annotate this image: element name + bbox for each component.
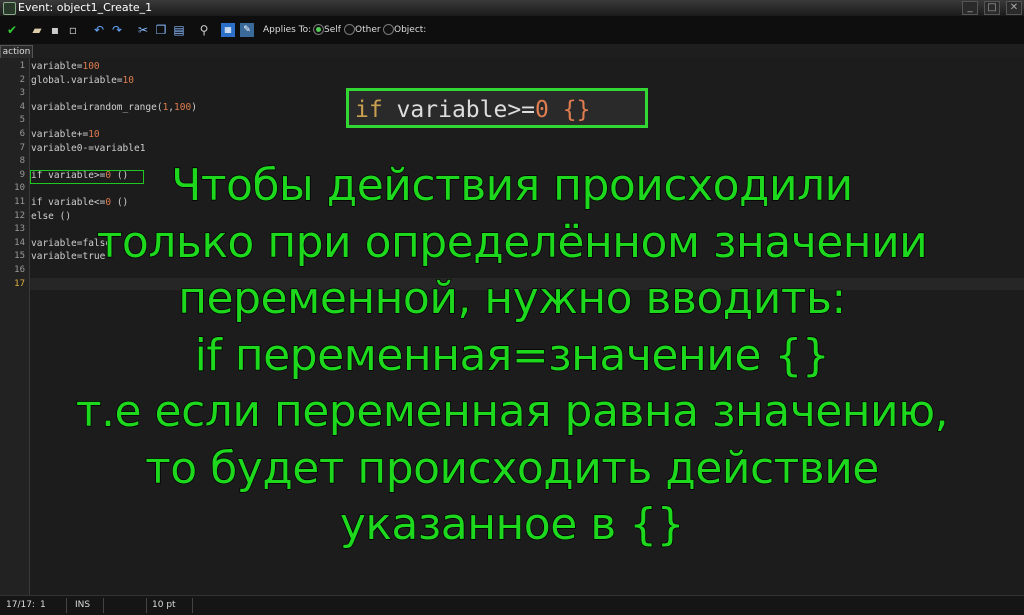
caption-line: указанное в {} — [339, 498, 685, 550]
line-number: 6 — [19, 129, 25, 139]
other-label: Other — [355, 25, 381, 35]
open-folder-icon[interactable]: ▰ — [30, 23, 44, 37]
undo-icon[interactable]: ↶ — [92, 23, 106, 37]
code-callout: if variable>=0 {} — [346, 88, 648, 128]
applies-to-label: Applies To: — [263, 25, 312, 35]
line-number: 5 — [19, 115, 25, 126]
redo-icon[interactable]: ↷ — [110, 23, 124, 37]
caption-line: только при определённом значении — [96, 216, 929, 268]
code-icon[interactable]: ▦ — [221, 23, 235, 37]
line-number: 2 — [19, 74, 25, 85]
caption-overlay: Чтобы действия происходили только при оп… — [0, 158, 1024, 554]
caption-line: т.е если переменная равна значению, — [75, 385, 949, 437]
title-bar: Event: object1_Create_1 _ □ ✕ — [0, 0, 1024, 16]
code-line: variable=irandom_range(1,100) — [31, 101, 197, 113]
code-line: global.variable=10 — [31, 74, 134, 86]
window-title: Event: object1_Create_1 — [18, 1, 153, 14]
line-number: 3 — [19, 88, 25, 99]
object-label: Object: — [394, 25, 427, 35]
copy-icon[interactable]: ❐ — [154, 23, 168, 37]
cut-icon[interactable]: ✂ — [136, 23, 150, 37]
self-radio[interactable] — [313, 24, 324, 35]
line-number: 4 — [19, 101, 25, 112]
column-value: 1 — [40, 600, 46, 610]
check-syntax-icon[interactable]: ✎ — [240, 23, 254, 37]
insert-mode: INS — [75, 600, 91, 610]
checkmark-icon[interactable]: ✔ — [5, 23, 19, 37]
caption-line: if переменная=значение {} — [194, 329, 831, 381]
minimize-button[interactable]: _ — [962, 1, 978, 15]
self-label: Self — [324, 25, 341, 35]
close-button[interactable]: ✕ — [1006, 1, 1022, 15]
caption-line: Чтобы действия происходили — [170, 159, 854, 211]
code-line: variable0-=variable1 — [31, 142, 146, 154]
print-icon[interactable]: ▫ — [66, 23, 80, 37]
paste-icon[interactable]: ▤ — [172, 23, 186, 37]
object-radio[interactable] — [383, 24, 394, 35]
save-icon[interactable]: ▪ — [48, 23, 62, 37]
code-line: variable+=10 — [31, 129, 100, 140]
search-icon[interactable]: ⚲ — [197, 23, 211, 37]
other-radio[interactable] — [344, 24, 355, 35]
tab-action[interactable]: action — [0, 45, 33, 59]
caption-line: переменной, нужно вводить: — [178, 272, 847, 324]
cursor-position: 17/17: — [6, 600, 35, 610]
toolbar: ✔ ▰ ▪ ▫ ↶ ↷ ✂ ❐ ▤ ⚲ ▦ ✎ Applies To: Self… — [0, 16, 1024, 44]
app-icon — [3, 2, 16, 15]
caption-line: то будет происходить действие — [144, 442, 880, 494]
maximize-button[interactable]: □ — [984, 1, 1000, 15]
code-line: variable=100 — [31, 61, 100, 72]
font-size: 10 pt — [152, 600, 176, 610]
tab-bar: action — [0, 44, 1024, 59]
status-bar: 17/17: 1 INS 10 pt — [0, 595, 1024, 615]
line-number: 7 — [19, 142, 25, 153]
line-number: 1 — [19, 61, 25, 71]
